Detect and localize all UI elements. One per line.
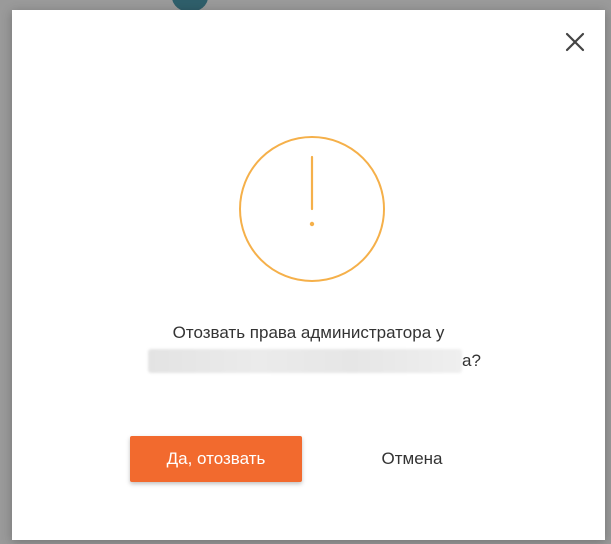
warning-icon bbox=[238, 135, 386, 283]
confirm-dialog: Отозвать права администратора у а? Да, о… bbox=[12, 10, 605, 540]
message-username-suffix: а? bbox=[462, 351, 481, 370]
message-text: Отозвать права администратора у bbox=[172, 323, 445, 342]
redacted-username bbox=[148, 349, 462, 373]
close-button[interactable] bbox=[563, 30, 587, 54]
message-username-line: а? bbox=[12, 347, 605, 375]
close-icon bbox=[565, 32, 585, 52]
dialog-message: Отозвать права администратора у а? bbox=[12, 319, 605, 375]
cancel-button[interactable]: Отмена bbox=[352, 436, 472, 482]
confirm-revoke-button[interactable]: Да, отозвать bbox=[130, 436, 302, 482]
